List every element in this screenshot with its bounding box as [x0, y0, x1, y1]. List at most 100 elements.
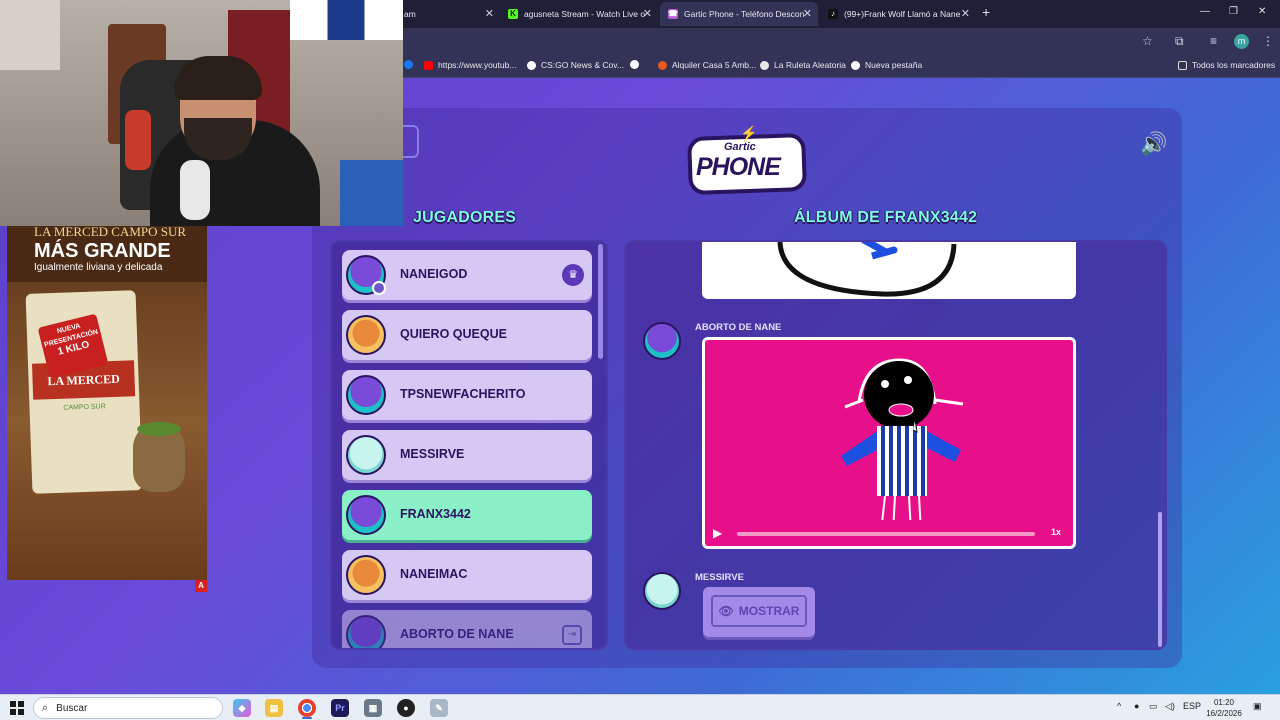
- bookmark-youtube[interactable]: https://www.youtub...: [424, 60, 516, 70]
- globe-icon: [527, 60, 536, 70]
- tab-partial[interactable]: am ✕: [396, 2, 500, 26]
- pin-icon: [658, 60, 667, 70]
- webcam-shelf: [0, 0, 60, 70]
- media-control-icon[interactable]: ≡: [1210, 34, 1217, 48]
- player-avatar: [346, 615, 386, 648]
- menu-icon[interactable]: ⋮: [1262, 34, 1274, 48]
- file-explorer-icon[interactable]: ▤: [265, 699, 283, 717]
- folder-icon: [1178, 60, 1187, 70]
- bookmark-csgo[interactable]: CS:GO News & Cov...: [527, 60, 624, 70]
- logo-small-text: Gartic: [724, 141, 756, 153]
- windows-taskbar: ⌕ Buscar ◆ ▤ Pr ▦ ● ✎ ^ ● ▭ ◁) ESP 01:20…: [0, 694, 1280, 720]
- player-name: NANEIGOD: [400, 267, 468, 281]
- player-name: NANEIMAC: [400, 567, 468, 581]
- bookmark-ruleta[interactable]: La Ruleta Aleatoria: [760, 60, 846, 70]
- drawing-canvas[interactable]: ▶ 1x: [702, 337, 1076, 549]
- playback-speed[interactable]: 1x: [1051, 527, 1061, 537]
- entry-author-avatar: [643, 322, 681, 360]
- youtube-icon: [424, 60, 433, 70]
- ad-corner-badge[interactable]: A: [195, 580, 207, 592]
- tab-label: agusneta Stream - Watch Live o: [524, 9, 646, 19]
- player-avatar: [346, 495, 386, 535]
- player-card-active[interactable]: FRANX3442: [342, 490, 592, 540]
- ad-overlay[interactable]: LA MERCED CAMPO SUR MÁS GRANDE Igualment…: [7, 226, 207, 580]
- globe-icon: [630, 60, 639, 69]
- taskbar-search[interactable]: ⌕ Buscar: [33, 697, 223, 719]
- album-scrollbar[interactable]: [1158, 512, 1162, 647]
- album-title: ÁLBUM DE FRANX3442: [794, 209, 978, 226]
- user-icon: [372, 281, 386, 295]
- language-indicator[interactable]: ESP: [1183, 701, 1201, 711]
- calculator-icon[interactable]: ▦: [364, 699, 382, 717]
- playback-bar: ▶ 1x: [705, 520, 1073, 546]
- bookmark-globe[interactable]: [630, 60, 644, 69]
- facebook-icon[interactable]: [404, 60, 418, 69]
- tab-kick-stream[interactable]: K agusneta Stream - Watch Live o ✕: [500, 2, 658, 26]
- speaker-icon[interactable]: 🔊: [1140, 131, 1167, 157]
- tab-gartic-phone[interactable]: ☎ Gartic Phone - Teléfono Descon ✕: [660, 2, 818, 26]
- bookmark-new-tab[interactable]: Nueva pestaña: [851, 60, 922, 70]
- tab-tiktok[interactable]: ♪ (99+)Frank Wolf Llamó a Nane ✕: [820, 2, 976, 26]
- player-name: FRANX3442: [400, 507, 471, 521]
- webcam-flag: [290, 0, 403, 40]
- mate-yerba: [137, 422, 181, 436]
- exit-icon: ⇥: [562, 625, 582, 645]
- tab-label: am: [404, 9, 416, 19]
- minimize-button[interactable]: —: [1200, 6, 1210, 17]
- close-tab-icon[interactable]: ✕: [803, 7, 812, 20]
- network-icon[interactable]: ▭: [1149, 701, 1158, 712]
- player-name: QUIERO QUEQUE: [400, 327, 507, 341]
- notifications-icon[interactable]: ▣: [1253, 701, 1262, 712]
- gartic-phone-logo: ⚡ Gartic PHONE: [687, 125, 807, 197]
- microphone: [180, 160, 210, 220]
- profile-avatar[interactable]: m: [1234, 34, 1249, 49]
- previous-drawing: [702, 242, 1076, 299]
- play-icon[interactable]: ▶: [713, 526, 722, 540]
- premiere-icon[interactable]: Pr: [331, 699, 349, 717]
- close-tab-icon[interactable]: ✕: [485, 7, 494, 20]
- player-card[interactable]: QUIERO QUEQUE: [342, 310, 592, 360]
- webcam-overlay: [0, 0, 403, 226]
- taskbar-clock[interactable]: 01:20 16/2/2026: [1200, 697, 1248, 719]
- lightning-icon: ⚡: [740, 125, 758, 141]
- new-tab-button[interactable]: +: [982, 4, 990, 20]
- tray-chevron-icon[interactable]: ^: [1117, 701, 1121, 711]
- chrome-icon[interactable]: [298, 699, 316, 717]
- microphone-icon[interactable]: ●: [1134, 701, 1139, 711]
- volume-icon[interactable]: ◁): [1165, 701, 1175, 712]
- star-icon[interactable]: ☆: [1142, 34, 1153, 48]
- all-bookmarks[interactable]: Todos los marcadores: [1178, 60, 1275, 70]
- player-card[interactable]: MESSIRVE: [342, 430, 592, 480]
- tiktok-icon: ♪: [828, 9, 838, 19]
- copilot-icon[interactable]: ◆: [233, 699, 251, 717]
- player-avatar: [346, 555, 386, 595]
- player-card-left[interactable]: ABORTO DE NANE ⇥: [342, 610, 592, 648]
- restore-button[interactable]: ❐: [1229, 6, 1238, 17]
- close-window-button[interactable]: ✕: [1258, 6, 1266, 17]
- players-scrollbar[interactable]: [598, 244, 603, 359]
- show-button[interactable]: 👁 MOSTRAR: [703, 587, 815, 637]
- ad-brand-line: LA MERCED CAMPO SUR: [34, 226, 187, 239]
- player-card[interactable]: TPSNEWFACHERITO: [342, 370, 592, 420]
- back-button[interactable]: [402, 125, 419, 158]
- player-avatar: [346, 375, 386, 415]
- playback-track[interactable]: [737, 532, 1035, 536]
- crown-icon: ♛: [562, 264, 584, 286]
- bookmark-alquiler[interactable]: Alquiler Casa 5 Amb...: [658, 60, 756, 70]
- entry-author-name: MESSIRVE: [695, 572, 744, 583]
- player-card[interactable]: NANEIGOD ♛: [342, 250, 592, 300]
- players-title: JUGADORES: [413, 209, 517, 226]
- paint-icon[interactable]: ✎: [430, 699, 448, 717]
- extensions-icon[interactable]: ⧉: [1175, 34, 1184, 49]
- wheel-icon: [760, 60, 769, 70]
- player-card[interactable]: NANEIMAC: [342, 550, 592, 600]
- show-button-label: MOSTRAR: [738, 604, 800, 618]
- ad-subline: Igualmente liviana y delicada: [34, 262, 163, 273]
- obs-icon[interactable]: ●: [397, 699, 415, 717]
- windows-start-icon[interactable]: [10, 701, 24, 715]
- previous-drawing-art: [777, 242, 957, 297]
- player-avatar: [346, 435, 386, 475]
- close-tab-icon[interactable]: ✕: [643, 7, 652, 20]
- ad-pack-sub: CAMPO SUR: [63, 403, 106, 412]
- close-tab-icon[interactable]: ✕: [961, 7, 970, 20]
